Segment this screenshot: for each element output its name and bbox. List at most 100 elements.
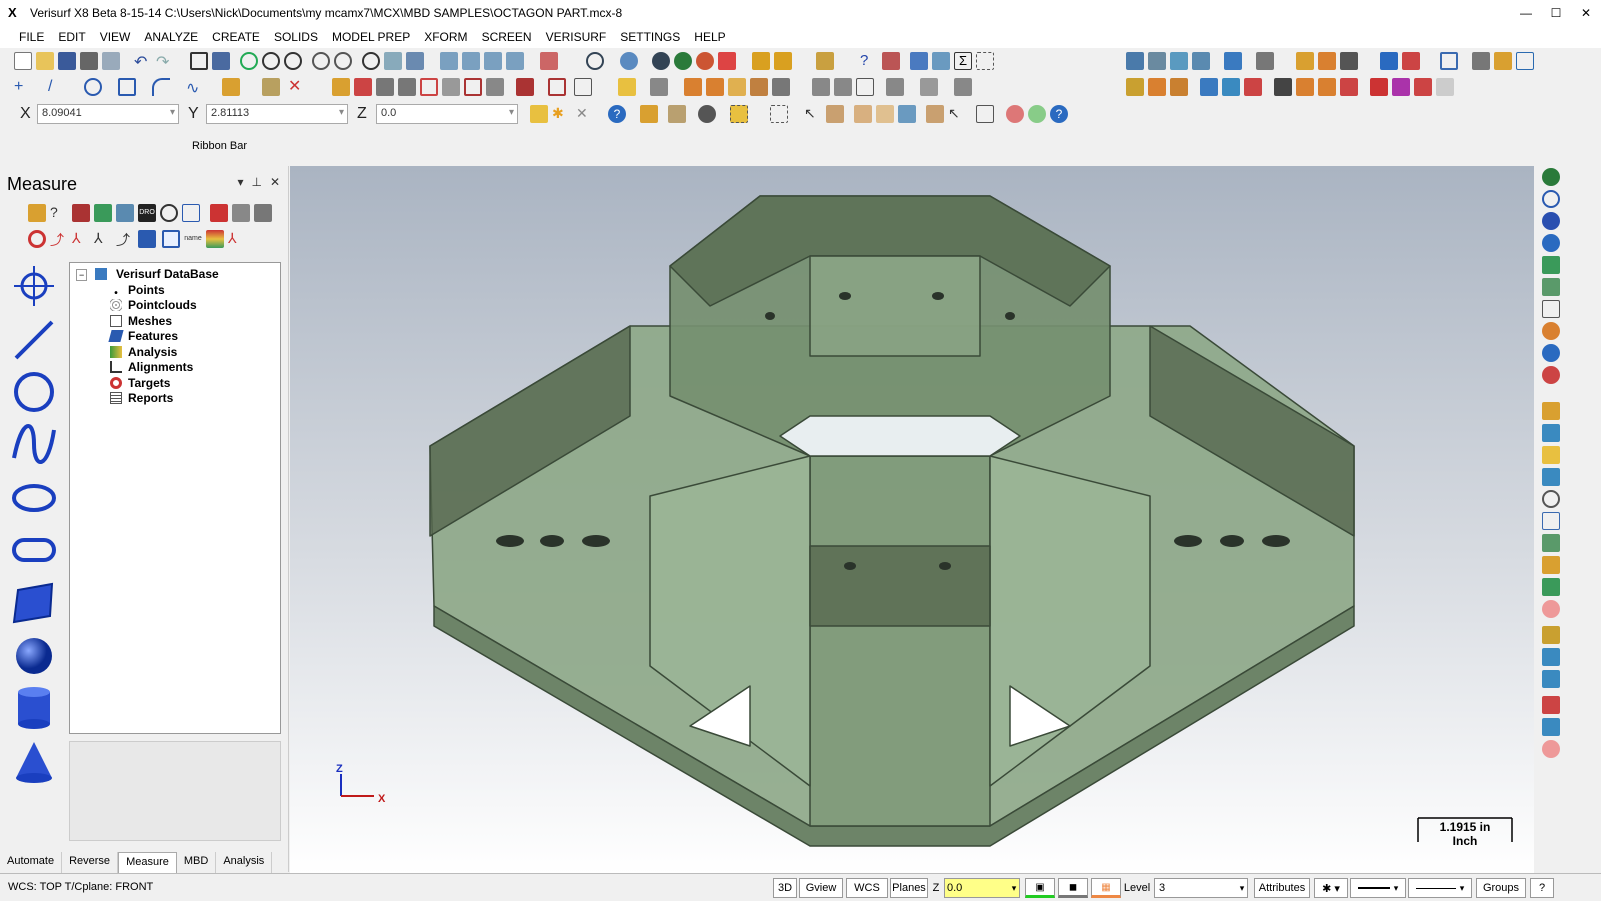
create-rectangle-icon[interactable] xyxy=(118,78,136,96)
tab-mbd[interactable]: MBD xyxy=(177,852,217,874)
layer-icon[interactable] xyxy=(1126,52,1144,70)
grid-layout-icon[interactable] xyxy=(976,52,994,70)
line-style-select[interactable]: ▾ xyxy=(1350,878,1406,898)
query-icon[interactable]: ? xyxy=(860,52,878,70)
cube-outline-icon[interactable] xyxy=(1542,278,1560,296)
snap-off-icon[interactable]: ✕ xyxy=(576,105,594,123)
wireframe-icon[interactable] xyxy=(586,52,604,70)
remove-history-icon[interactable] xyxy=(1244,78,1262,96)
collapse-toggle-icon[interactable]: − xyxy=(76,269,88,281)
menu-settings[interactable]: SETTINGS xyxy=(613,30,687,44)
tab-automate[interactable]: Automate xyxy=(0,852,63,874)
view-right-icon[interactable] xyxy=(484,52,502,70)
solid-sweep-icon[interactable] xyxy=(886,78,904,96)
curve-tool-icon[interactable] xyxy=(8,418,60,470)
unzoom-icon[interactable] xyxy=(312,52,330,70)
select-mode-icon[interactable] xyxy=(770,105,788,123)
mbd-tolerance-icon[interactable] xyxy=(1542,578,1560,596)
menu-help[interactable]: HELP xyxy=(687,30,732,44)
solid-loft-icon[interactable] xyxy=(920,78,938,96)
measure-book-icon[interactable] xyxy=(72,204,90,222)
hidden-sphere-icon[interactable] xyxy=(1542,212,1560,230)
database-tree[interactable]: − Verisurf DataBase • Points Pointclouds … xyxy=(69,262,281,734)
print-preview-icon[interactable] xyxy=(102,52,120,70)
draft-face-icon[interactable] xyxy=(1414,78,1432,96)
surface-color-button[interactable]: ◼ xyxy=(1058,878,1088,898)
mesh-cube-icon[interactable] xyxy=(856,78,874,96)
measure-window-icon[interactable] xyxy=(182,204,200,222)
shaded-sphere-icon[interactable] xyxy=(1542,234,1560,252)
select-chain-icon[interactable] xyxy=(698,105,716,123)
planes-button[interactable]: Planes xyxy=(890,878,928,898)
surface-extend-icon[interactable] xyxy=(772,78,790,96)
panel-pin-button[interactable]: ⊥ xyxy=(251,175,261,189)
zoom-target-icon[interactable] xyxy=(262,52,280,70)
line-tool-icon[interactable] xyxy=(8,314,60,366)
xform-scale-icon[interactable] xyxy=(398,78,416,96)
shade-solid-icon[interactable] xyxy=(1542,168,1560,186)
xform-mirror-icon[interactable] xyxy=(354,78,372,96)
report-icon[interactable] xyxy=(1542,626,1560,644)
3d-button[interactable]: 3D xyxy=(773,878,797,898)
grid-icon[interactable] xyxy=(548,78,566,96)
fit-icon[interactable] xyxy=(190,52,208,70)
cursor-select-icon[interactable]: ↖ xyxy=(804,105,822,123)
solid-extrude-icon[interactable] xyxy=(1256,52,1274,70)
settings-gear-icon[interactable] xyxy=(910,52,928,70)
solid-box-icon[interactable] xyxy=(1224,52,1242,70)
menu-file[interactable]: FILE xyxy=(12,30,51,44)
mbd-annotation-icon[interactable] xyxy=(1542,556,1560,574)
groups-button[interactable]: Groups xyxy=(1476,878,1526,898)
trim-icon[interactable] xyxy=(262,78,280,96)
help-circle-icon[interactable] xyxy=(1542,344,1560,362)
push-pull-icon[interactable] xyxy=(1148,78,1166,96)
menu-edit[interactable]: EDIT xyxy=(51,30,92,44)
z-coord-field[interactable]: 0.0 xyxy=(376,104,518,124)
screen-stats-icon[interactable] xyxy=(932,52,950,70)
ok-icon[interactable] xyxy=(1028,105,1046,123)
sum-icon[interactable]: Σ xyxy=(954,52,972,70)
select-only-icon[interactable] xyxy=(668,105,686,123)
menu-verisurf[interactable]: VERISURF xyxy=(539,30,614,44)
save-icon[interactable] xyxy=(58,52,76,70)
z-dropdown-icon[interactable]: ▾ xyxy=(1008,878,1020,898)
wcs-button[interactable]: WCS xyxy=(846,878,888,898)
measure-setup-icon[interactable] xyxy=(28,204,46,222)
solid-view-icon[interactable] xyxy=(1494,52,1512,70)
wireframe-sphere-icon[interactable] xyxy=(1542,190,1560,208)
report-list-icon[interactable] xyxy=(1542,648,1560,666)
measure-tag-icon[interactable] xyxy=(254,204,272,222)
minimize-button[interactable]: — xyxy=(1511,0,1541,26)
menu-solids[interactable]: SOLIDS xyxy=(267,30,325,44)
tree-item-features[interactable]: Features xyxy=(108,329,178,343)
menu-view[interactable]: VIEW xyxy=(93,30,138,44)
solid-trim-icon[interactable] xyxy=(1402,52,1420,70)
datum-icon[interactable] xyxy=(1542,424,1560,442)
xform-project-icon[interactable] xyxy=(442,78,460,96)
solid-fillet-icon[interactable] xyxy=(1318,52,1336,70)
status-help-button[interactable]: ? xyxy=(1530,878,1554,898)
xform-stretch-icon[interactable] xyxy=(516,78,534,96)
xform-array-icon[interactable] xyxy=(464,78,482,96)
viewports-icon[interactable] xyxy=(1516,52,1534,70)
solid-revolve-icon[interactable] xyxy=(954,78,972,96)
analyze-entity-icon[interactable] xyxy=(752,52,770,70)
gview-button[interactable]: Gview xyxy=(799,878,843,898)
menu-analyze[interactable]: ANALYZE xyxy=(137,30,205,44)
select-edge-icon[interactable] xyxy=(876,105,894,123)
zoom-out-icon[interactable] xyxy=(334,52,352,70)
stop-icon[interactable] xyxy=(1006,105,1024,123)
analyze-distance-icon[interactable] xyxy=(774,52,792,70)
feature-delete-icon[interactable] xyxy=(1318,78,1336,96)
measure-name-icon[interactable]: name xyxy=(184,230,202,248)
pick-icon[interactable]: ↖ xyxy=(948,105,966,123)
measure-auto-icon[interactable] xyxy=(162,230,180,248)
menu-create[interactable]: CREATE xyxy=(205,30,267,44)
solid-select-icon[interactable] xyxy=(826,105,844,123)
line-width-select[interactable]: ▾ xyxy=(1408,878,1472,898)
xform-rotate-icon[interactable] xyxy=(376,78,394,96)
layout-icon[interactable] xyxy=(1392,78,1410,96)
slot-tool-icon[interactable] xyxy=(8,524,60,576)
solid-color-button[interactable]: ▦ xyxy=(1091,878,1121,898)
tab-measure[interactable]: Measure xyxy=(118,852,177,874)
